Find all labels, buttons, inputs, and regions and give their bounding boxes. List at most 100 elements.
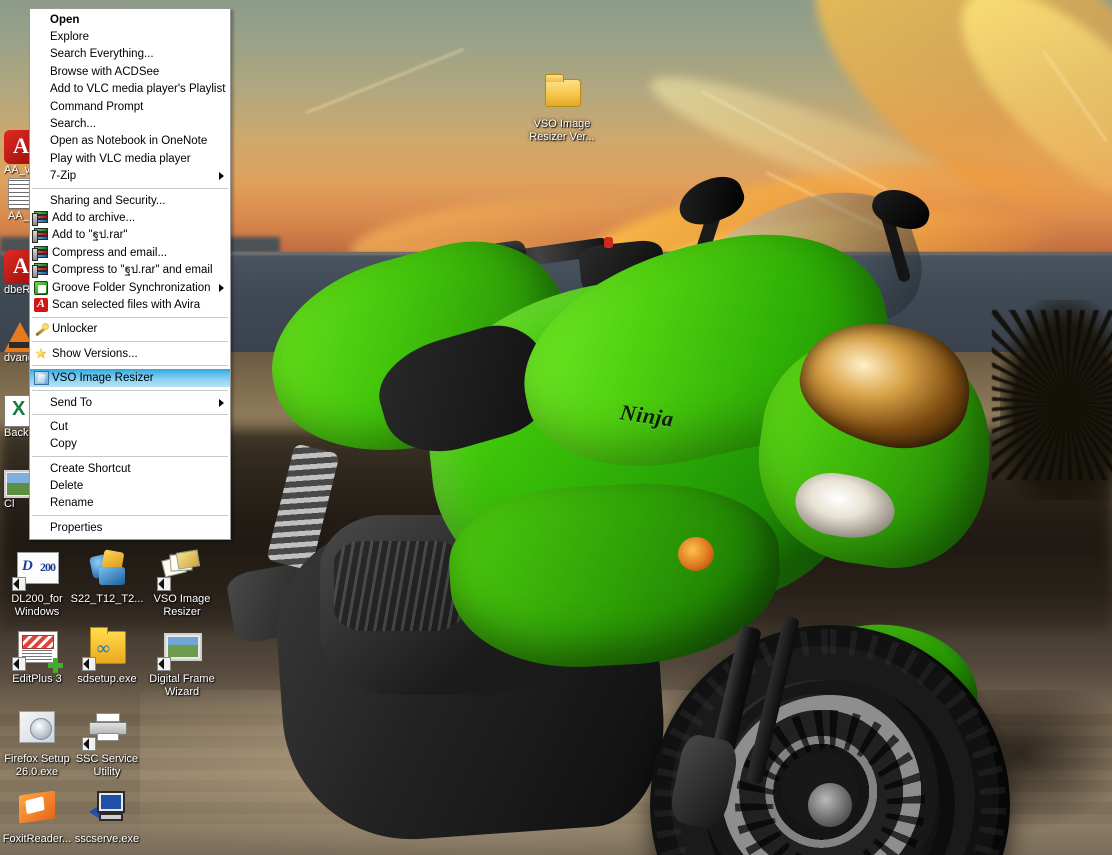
menu-separator — [32, 389, 228, 391]
shortcut-overlay-icon — [82, 657, 96, 671]
menu-item-compress-and-email[interactable]: Compress and email... — [30, 244, 230, 261]
menu-item-sharing-and-security[interactable]: Sharing and Security... — [30, 192, 230, 209]
desktop-icon-label: Firefox Setup 26.0.exe — [4, 753, 70, 778]
unlocker-wand-icon — [32, 321, 52, 337]
chevron-right-icon — [219, 283, 224, 292]
menu-separator — [32, 365, 228, 367]
desktop-icon-digital-frame-wizard-icon[interactable]: Digital Frame Wizard — [145, 625, 219, 698]
menu-item-vso-image-resizer[interactable]: VSO Image Resizer — [30, 369, 230, 387]
menu-item-send-to[interactable]: Send To — [30, 394, 230, 411]
desktop-icon-label: sdsetup.exe — [77, 673, 137, 685]
file-context-menu[interactable]: Open Explore Search Everything... Browse wi… — [29, 8, 231, 540]
menu-item-label: Copy — [50, 438, 77, 451]
winrar-icon — [32, 262, 52, 279]
desktop-icon-foxit-reader-icon[interactable]: FoxitReader... — [0, 785, 74, 846]
menu-item-cut[interactable]: Cut — [30, 418, 230, 435]
menu-item-label: Scan selected files with Avira — [52, 298, 201, 311]
menu-item-add-to-rar[interactable]: Add to "ฐป.rar" — [30, 227, 230, 244]
menu-item-label: Properties — [50, 521, 103, 534]
menu-item-label: Open as Notebook in OneNote — [50, 135, 208, 148]
winrar-icon — [32, 227, 52, 244]
shortcut-overlay-icon — [12, 657, 26, 671]
menu-item-label: VSO Image Resizer — [52, 372, 154, 385]
menu-item-command-prompt[interactable]: Command Prompt — [30, 98, 230, 115]
desktop-icon-firefox-setup-icon[interactable]: Firefox Setup 26.0.exe — [0, 705, 74, 778]
menu-item-label: Add to VLC media player's Playlist — [50, 83, 226, 96]
menu-item-copy[interactable]: Copy — [30, 436, 230, 453]
menu-item-open-as-notebook-in-onenote[interactable]: Open as Notebook in OneNote — [30, 133, 230, 150]
menu-item-create-shortcut[interactable]: Create Shortcut — [30, 460, 230, 477]
menu-item-label: Add to "ฐป.rar" — [52, 229, 128, 242]
desktop-icon-label: VSO Image Resizer — [153, 593, 211, 618]
menu-separator — [32, 515, 228, 517]
s22-archive-icon — [83, 545, 131, 591]
desktop-icon-label: VSO Image Resizer Ver... — [529, 118, 595, 143]
menu-item-add-to-vlc-media-player-s-playlist[interactable]: Add to VLC media player's Playlist — [30, 81, 230, 98]
menu-item-unlocker[interactable]: Unlocker — [30, 321, 230, 338]
shortcut-overlay-icon — [82, 737, 96, 751]
menu-item-label: Create Shortcut — [50, 462, 131, 475]
menu-separator — [32, 341, 228, 343]
menu-item-label: Command Prompt — [50, 100, 144, 113]
desktop-icon-sscserve-icon[interactable]: sscserve.exe — [70, 785, 144, 846]
desktop-icon-sdsetup-icon[interactable]: ∞ sdsetup.exe — [70, 625, 144, 686]
desktop-icon-s22-archive-icon[interactable]: S22_T12_T2... — [70, 545, 144, 606]
sdsetup-icon: ∞ — [82, 625, 131, 671]
printer-icon — [82, 705, 131, 751]
winrar-icon — [32, 245, 52, 261]
winrar-icon — [32, 210, 52, 226]
menu-item-label: Delete — [50, 480, 84, 493]
desktop-icon-label: S22_T12_T2... — [70, 593, 144, 605]
desktop-icon-label: Digital Frame Wizard — [149, 673, 215, 698]
menu-item-7-zip[interactable]: 7-Zip — [30, 168, 230, 185]
foxit-reader-icon — [13, 785, 61, 831]
menu-item-groove-folder-synchronization[interactable]: Groove Folder Synchronization — [30, 279, 230, 296]
menu-item-label: Compress and email... — [52, 246, 168, 259]
motorcycle-illustration: Ninja — [200, 169, 1112, 855]
menu-item-open[interactable]: Open — [30, 11, 230, 28]
menu-separator — [32, 316, 228, 318]
groove-icon — [32, 280, 52, 296]
menu-item-label: Add to archive... — [52, 211, 136, 224]
desktop-icon-label: DL200_for Windows — [11, 593, 63, 618]
digital-frame-wizard-icon — [157, 625, 206, 671]
menu-item-label: Search... — [50, 118, 97, 131]
menu-item-browse-with-acdsee[interactable]: Browse with ACDSee — [30, 63, 230, 80]
desktop-icon-folder-icon[interactable]: VSO Image Resizer Ver... — [525, 70, 599, 143]
indicator-light — [604, 237, 613, 248]
menu-item-label: Groove Folder Synchronization — [52, 281, 211, 294]
menu-item-label: Search Everything... — [50, 48, 154, 61]
menu-item-label: Show Versions... — [52, 347, 138, 360]
menu-item-label: Open — [50, 13, 80, 26]
desktop-icon-editplus-icon[interactable]: EditPlus 3 — [0, 625, 74, 686]
desktop-icon-printer-icon[interactable]: SSC Service Utility — [70, 705, 144, 778]
shortcut-overlay-icon — [157, 577, 171, 591]
menu-item-label: Cut — [50, 420, 68, 433]
menu-item-show-versions[interactable]: Show Versions... — [30, 345, 230, 362]
menu-separator — [32, 455, 228, 457]
menu-item-label: Browse with ACDSee — [50, 65, 160, 78]
desktop-icon-dl200-application-icon[interactable]: D 200 DL200_for Windows — [0, 545, 74, 618]
wheel-hub — [808, 783, 852, 827]
avira-icon — [32, 296, 52, 313]
menu-item-play-with-vlc-media-player[interactable]: Play with VLC media player — [30, 150, 230, 167]
show-versions-star-icon — [32, 346, 52, 362]
editplus-icon — [12, 625, 63, 673]
desktop-icon-vso-image-resizer-icon[interactable]: VSO Image Resizer — [145, 545, 219, 618]
shortcut-overlay-icon — [12, 577, 26, 591]
menu-item-compress-to-rar-and-email[interactable]: Compress to "ฐป.rar" and email — [30, 261, 230, 279]
menu-item-search-everything[interactable]: Search Everything... — [30, 46, 230, 63]
menu-item-search[interactable]: Search... — [30, 115, 230, 132]
menu-item-add-to-archive[interactable]: Add to archive... — [30, 209, 230, 226]
menu-item-label: Send To — [50, 396, 92, 409]
menu-item-label: Unlocker — [52, 323, 98, 336]
menu-separator — [32, 187, 228, 189]
menu-item-explore[interactable]: Explore — [30, 28, 230, 45]
menu-item-scan-selected-files-with-avira[interactable]: Scan selected files with Avira — [30, 296, 230, 313]
menu-item-properties[interactable]: Properties — [30, 519, 230, 536]
lower-fairing — [445, 476, 785, 674]
menu-item-label: Sharing and Security... — [50, 194, 166, 207]
menu-item-delete[interactable]: Delete — [30, 477, 230, 494]
menu-separator — [32, 414, 228, 416]
menu-item-rename[interactable]: Rename — [30, 495, 230, 512]
